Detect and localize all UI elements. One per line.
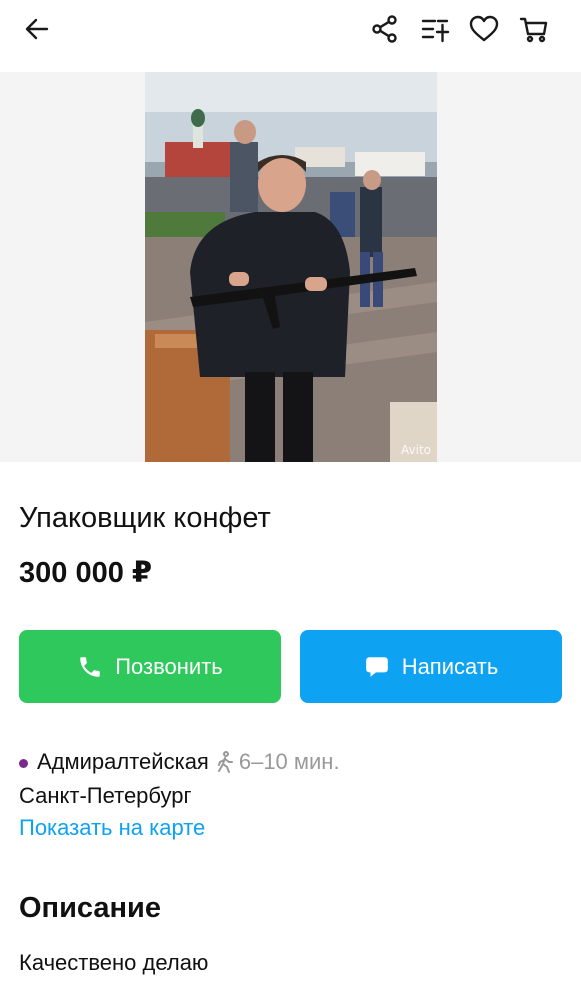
share-button[interactable] xyxy=(368,12,402,46)
favorite-button[interactable] xyxy=(467,12,501,46)
compare-button[interactable] xyxy=(418,12,452,46)
cart-button[interactable] xyxy=(517,12,551,46)
compare-list-icon xyxy=(421,19,450,43)
walk-time: 6–10 мин. xyxy=(215,749,340,775)
heart-icon xyxy=(469,15,499,42)
message-button-label: Написать xyxy=(401,653,499,679)
walk-time-text: 6–10 мин. xyxy=(238,749,340,774)
watermark: Avito xyxy=(401,443,431,457)
cart-icon xyxy=(519,17,548,43)
description-heading: Описание xyxy=(19,892,161,924)
phone-icon xyxy=(80,656,100,677)
metro-name: Адмиралтейская xyxy=(37,749,209,774)
description-text: Качествено делаю xyxy=(19,950,209,975)
metro-line-dot xyxy=(19,759,28,768)
share-icon xyxy=(372,15,397,43)
walking-person-icon xyxy=(217,751,233,773)
call-button-label: Позвонить xyxy=(115,653,223,679)
listing-photo[interactable]: Avito xyxy=(145,72,437,462)
top-bar xyxy=(0,0,581,62)
listing-price: 300 000 ₽ xyxy=(19,557,153,589)
chat-bubble-icon xyxy=(365,656,388,677)
arrow-left-icon xyxy=(25,18,49,40)
back-button[interactable] xyxy=(20,12,54,46)
city: Санкт-Петербург xyxy=(19,783,192,808)
photo-gallery[interactable]: Avito xyxy=(0,72,581,462)
show-on-map-link[interactable]: Показать на карте xyxy=(19,815,205,841)
metro-station: Адмиралтейская 6–10 мин. xyxy=(19,749,340,775)
call-button[interactable]: Позвонить xyxy=(19,630,281,703)
listing-title: Упаковщик конфет xyxy=(19,502,271,534)
listing-photo-image xyxy=(145,72,437,462)
message-button[interactable]: Написать xyxy=(300,630,562,703)
